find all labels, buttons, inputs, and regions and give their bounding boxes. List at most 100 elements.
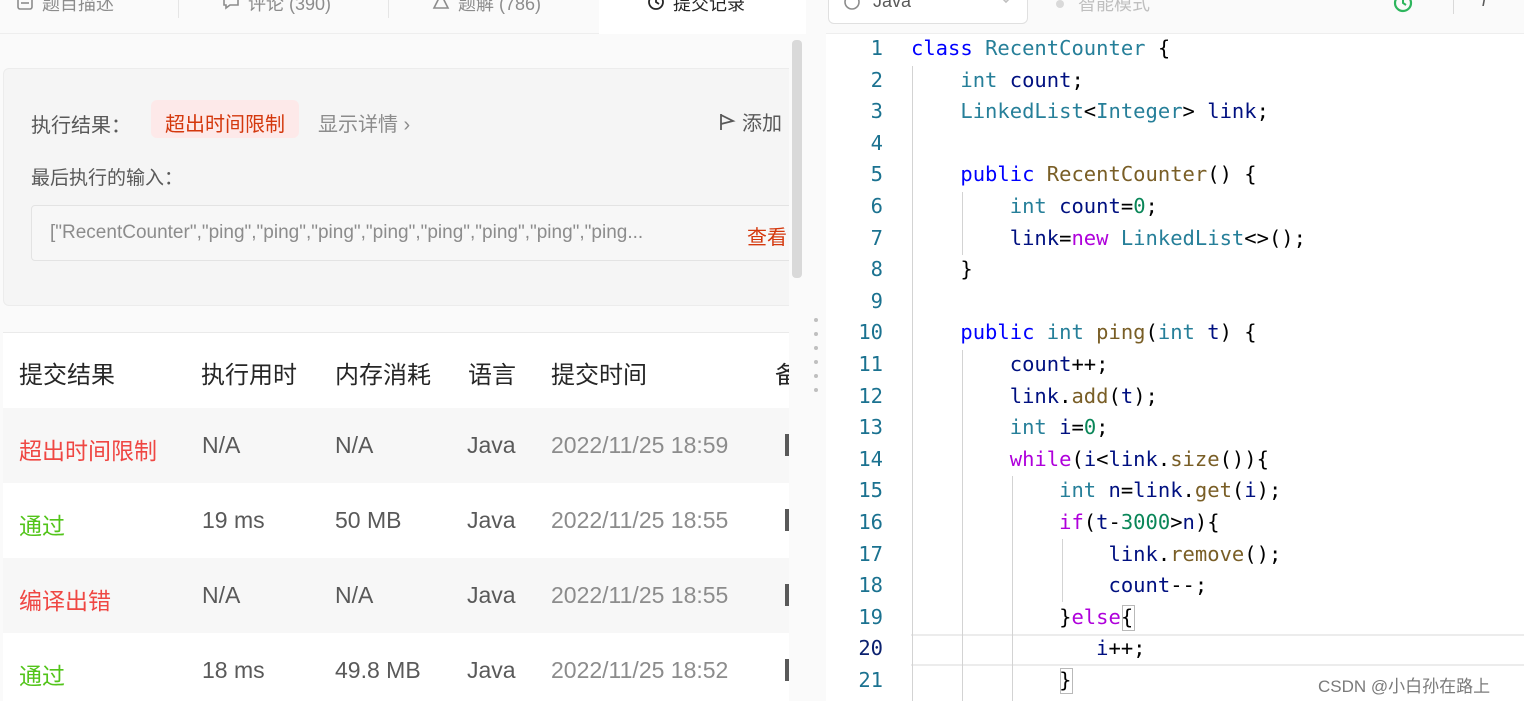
- code-line[interactable]: 19 }else{: [826, 603, 1524, 635]
- code-line[interactable]: 2 int count;: [826, 66, 1524, 98]
- scrollbar-thumb[interactable]: [792, 40, 802, 278]
- row-runtime: 19 ms: [202, 507, 265, 533]
- code-line[interactable]: 14 while(i<link.size()){: [826, 445, 1524, 477]
- row-status[interactable]: 超出时间限制: [19, 432, 157, 466]
- table-row[interactable]: 通过 19 ms 50 MB Java 2022/11/25 18:55: [3, 483, 803, 558]
- tab-submissions[interactable]: 提交记录: [599, 0, 806, 34]
- flask-icon: [432, 0, 450, 9]
- code-line[interactable]: 3 LinkedList<Integer> link;: [826, 97, 1524, 129]
- grip-dot: [814, 360, 818, 364]
- line-number: 20: [858, 636, 883, 661]
- code-text: class RecentCounter {: [911, 36, 1171, 60]
- result-status-badge: 超出时间限制: [151, 100, 299, 138]
- row-runtime: N/A: [202, 432, 241, 458]
- code-line[interactable]: 1 class RecentCounter {: [826, 34, 1524, 66]
- tab-divider: [388, 0, 389, 18]
- smart-mode-indicator: [1056, 0, 1064, 8]
- code-line[interactable]: 15 int n=link.get(i);: [826, 476, 1524, 508]
- code-line[interactable]: 20 i++;: [826, 634, 1524, 666]
- tab-description[interactable]: 题目描述: [16, 0, 114, 34]
- reset-icon[interactable]: [1392, 0, 1414, 14]
- tab-label: 题目描述: [42, 0, 114, 14]
- code-text: public RecentCounter() {: [960, 162, 1257, 187]
- tab-label: 提交记录: [673, 0, 745, 14]
- language-value: Java: [873, 0, 912, 11]
- panel-resize-handle[interactable]: [806, 0, 826, 701]
- watermark: CSDN @小白孙在路上: [1318, 677, 1491, 696]
- line-number: 14: [858, 446, 883, 471]
- last-input-box: ["RecentCounter","ping","ping","ping","p…: [31, 205, 806, 261]
- code-line[interactable]: 7 link=new LinkedList<>();: [826, 224, 1524, 256]
- code-text: link=new LinkedList<>();: [1009, 225, 1306, 250]
- row-status[interactable]: 通过: [19, 657, 65, 691]
- code-line[interactable]: 9: [826, 287, 1524, 319]
- table-row[interactable]: 超出时间限制 N/A N/A Java 2022/11/25 18:59: [3, 408, 803, 483]
- info-icon[interactable]: i: [1482, 0, 1486, 11]
- grip-dot: [814, 374, 818, 378]
- grip-dot: [814, 318, 818, 322]
- smart-mode-toggle[interactable]: 智能模式: [1078, 0, 1150, 16]
- row-runtime: N/A: [202, 582, 241, 608]
- code-line[interactable]: 17 link.remove();: [826, 540, 1524, 572]
- view-input-link[interactable]: 查看: [747, 221, 787, 250]
- code-line[interactable]: 13 int i=0;: [826, 413, 1524, 445]
- line-number: 15: [858, 478, 883, 503]
- problem-tabs: 题目描述 评论 (390) 题解 (786) 提交记录: [0, 0, 806, 34]
- table-header: 提交结果 执行用时 内存消耗 语言 提交时间 备: [3, 333, 803, 408]
- line-number: 10: [858, 320, 883, 345]
- header-language: 语言: [468, 362, 516, 389]
- code-line[interactable]: 6 int count=0;: [826, 192, 1524, 224]
- row-language: Java: [467, 507, 516, 533]
- row-memory: 50 MB: [335, 507, 402, 533]
- code-text: i++;: [1096, 636, 1146, 661]
- row-language: Java: [467, 582, 516, 608]
- last-input-value: ["RecentCounter","ping","ping","ping","p…: [50, 222, 644, 243]
- show-details-link[interactable]: 显示详情 ›: [318, 108, 410, 137]
- code-text: public int ping(int t) {: [960, 320, 1257, 345]
- code-line[interactable]: 18 count--;: [826, 571, 1524, 603]
- submissions-table: 提交结果 执行用时 内存消耗 语言 提交时间 备 超出时间限制 N/A N/A …: [3, 332, 803, 701]
- tab-label: 题解 (786): [458, 0, 542, 14]
- line-number: 3: [870, 99, 883, 124]
- document-icon: [17, 0, 33, 10]
- code-line[interactable]: 12 link.add(t);: [826, 382, 1524, 414]
- code-text: count++;: [1009, 352, 1109, 376]
- add-testcase-button[interactable]: 添加: [718, 107, 782, 136]
- line-number: 9: [870, 288, 883, 313]
- code-text: int n=link.get(i);: [1059, 478, 1282, 503]
- code-line[interactable]: 16 if(t-3000>n){: [826, 508, 1524, 540]
- header-runtime: 执行用时: [201, 362, 297, 389]
- line-number: 16: [858, 510, 883, 534]
- grip-dot: [814, 388, 818, 392]
- code-line[interactable]: 10 public int ping(int t) {: [826, 318, 1524, 350]
- line-number: 8: [870, 257, 883, 282]
- row-status[interactable]: 编译出错: [19, 582, 111, 616]
- code-line[interactable]: 5 public RecentCounter() {: [826, 160, 1524, 192]
- code-text: if(t-3000>n){: [1059, 510, 1220, 534]
- row-submit-time: 2022/11/25 18:52: [551, 657, 729, 683]
- code-text: }else{: [911, 604, 1134, 629]
- code-text: LinkedList<Integer> link;: [960, 99, 1269, 124]
- tab-solutions[interactable]: 题解 (786): [432, 0, 541, 34]
- line-number: 13: [858, 415, 883, 440]
- code-line[interactable]: 4: [826, 129, 1524, 161]
- language-select[interactable]: Java: [828, 0, 1028, 24]
- row-status[interactable]: 通过: [19, 507, 65, 541]
- submissions-panel: 题目描述 评论 (390) 题解 (786) 提交记录 执行结果： 超出时间限制…: [0, 0, 806, 701]
- table-row[interactable]: 编译出错 N/A N/A Java 2022/11/25 18:55: [3, 558, 803, 633]
- code-line[interactable]: 11 count++;: [826, 350, 1524, 382]
- comment-icon: [223, 0, 239, 10]
- line-number: 6: [870, 194, 883, 218]
- row-memory: N/A: [335, 432, 374, 458]
- table-row[interactable]: 通过 18 ms 49.8 MB Java 2022/11/25 18:52: [3, 633, 803, 701]
- code-editor-panel: Java 智能模式 i 1 class RecentCounter {2 int …: [826, 0, 1524, 701]
- tab-comments[interactable]: 评论 (390): [222, 0, 331, 34]
- code-area[interactable]: 1 class RecentCounter {2 int count; 3 Link…: [826, 34, 1524, 701]
- line-number: 7: [870, 225, 883, 250]
- row-submit-time: 2022/11/25 18:55: [551, 507, 729, 533]
- code-text: int i=0;: [1009, 415, 1109, 440]
- line-number: 21: [858, 668, 883, 692]
- execution-result-card: 执行结果： 超出时间限制 显示详情 › 添加 最后执行的输入： ["Recent…: [3, 68, 806, 306]
- code-line[interactable]: 8 }: [826, 255, 1524, 287]
- line-number: 12: [858, 383, 883, 408]
